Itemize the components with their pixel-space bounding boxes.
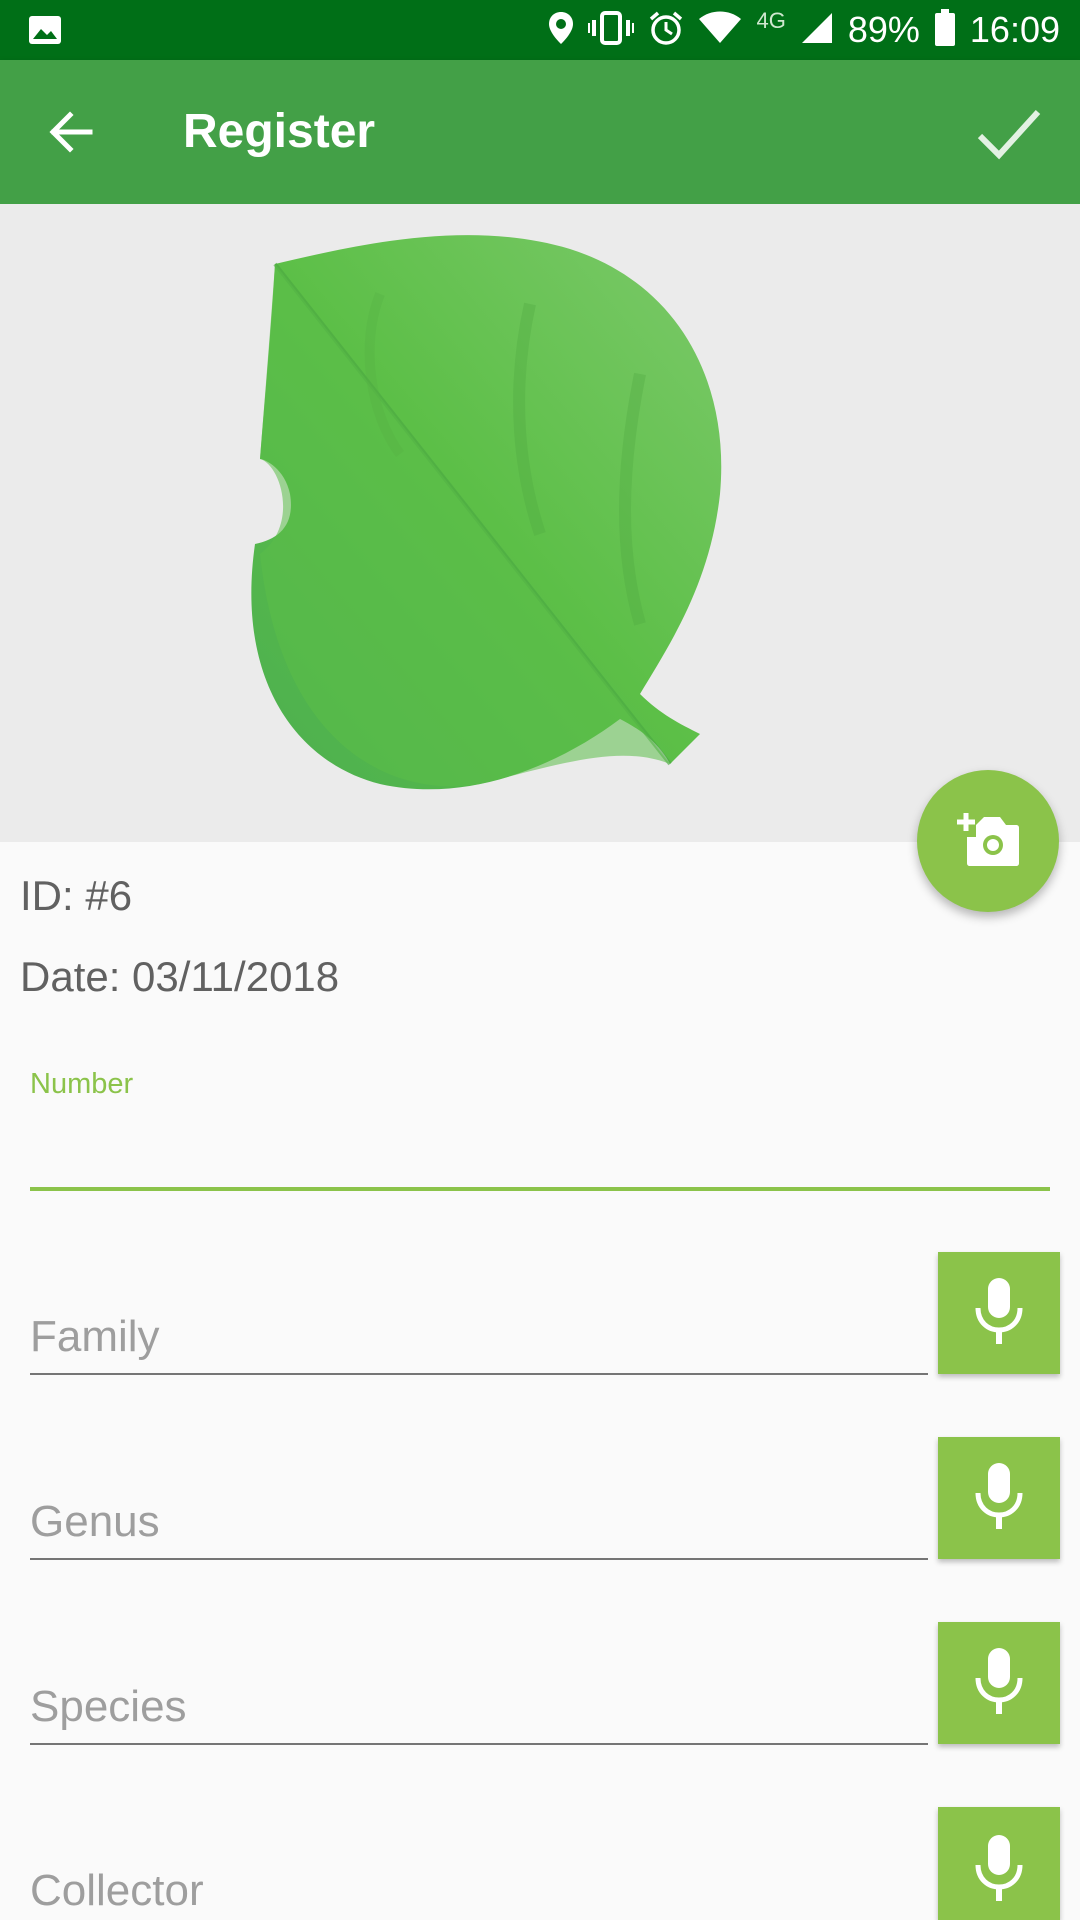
network-type: 4G [756, 8, 786, 33]
leaf-placeholder-icon [251, 235, 722, 790]
save-check-icon[interactable] [972, 98, 1044, 170]
species-field-underline [30, 1743, 928, 1745]
family-voice-button[interactable] [938, 1252, 1060, 1374]
microphone-icon [974, 1646, 1024, 1721]
location-icon [548, 11, 574, 50]
record-date: Date: 03/11/2018 [20, 953, 340, 1000]
back-arrow-icon[interactable] [42, 102, 102, 162]
add-photo-button[interactable] [917, 770, 1059, 912]
app-bar: Register [0, 60, 1080, 204]
number-field-label: Number [30, 1068, 134, 1100]
status-bar: 4G 89% 16:09 [0, 0, 1080, 60]
number-field-underline [30, 1187, 1050, 1191]
page-title: Register [183, 105, 376, 158]
genus-field-underline [30, 1558, 928, 1560]
microphone-icon [974, 1833, 1024, 1908]
add-camera-icon [956, 811, 1020, 872]
specimen-photo [0, 204, 1080, 842]
signal-icon [800, 11, 834, 50]
number-field[interactable] [30, 1110, 1050, 1180]
collector-field[interactable]: Collector [30, 1866, 204, 1916]
battery-icon [934, 8, 956, 52]
battery-percent: 89% [847, 9, 920, 50]
species-voice-button[interactable] [938, 1622, 1060, 1744]
alarm-icon [648, 10, 684, 51]
species-field[interactable]: Species [30, 1682, 187, 1732]
family-field[interactable]: Family [30, 1312, 160, 1362]
collector-voice-button[interactable] [938, 1807, 1060, 1920]
genus-voice-button[interactable] [938, 1437, 1060, 1559]
record-id: ID: #6 [20, 872, 133, 919]
family-field-underline [30, 1373, 928, 1375]
genus-field[interactable]: Genus [30, 1497, 160, 1547]
microphone-icon [974, 1276, 1024, 1351]
microphone-icon [974, 1461, 1024, 1536]
vibrate-icon [588, 10, 635, 50]
wifi-icon [698, 11, 742, 50]
clock: 16:09 [969, 9, 1060, 50]
image-notification-icon [28, 15, 62, 50]
